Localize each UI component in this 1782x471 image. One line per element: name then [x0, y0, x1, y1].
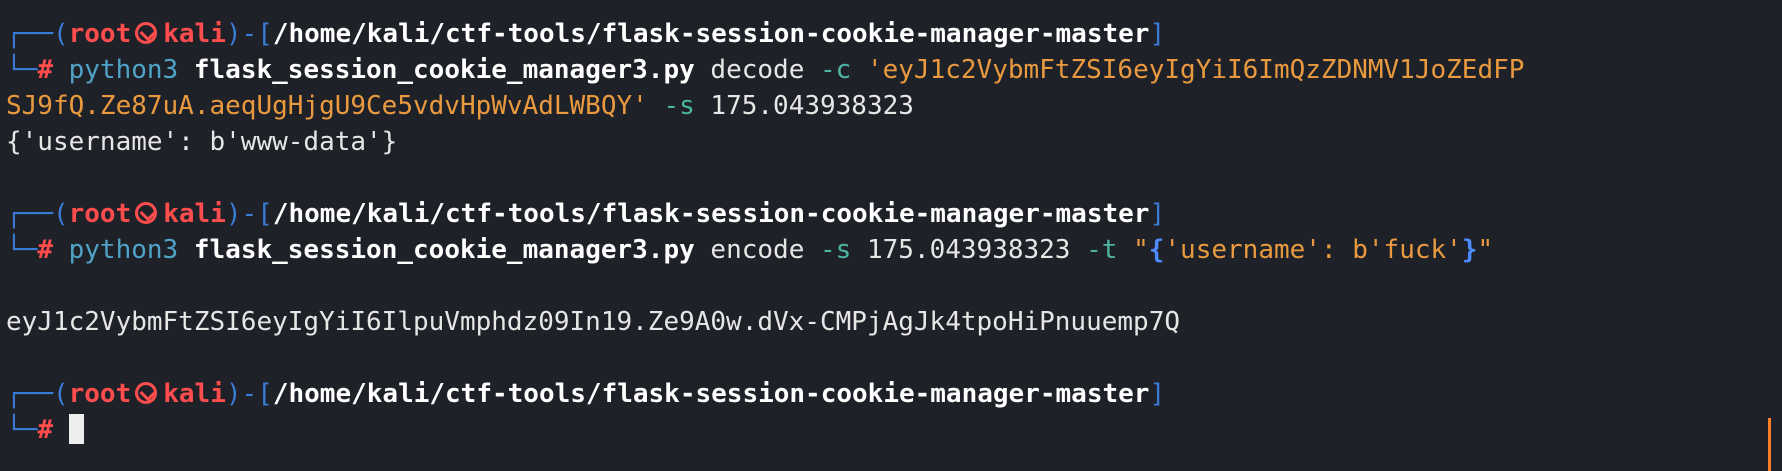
- secret-arg: 175.043938323: [710, 91, 914, 121]
- terminal-window[interactable]: ┌──(root kali)-[/home/kali/ctf-tools/flas…: [0, 0, 1782, 471]
- prompt-close-paren: ): [225, 19, 242, 49]
- flag-s: -s: [663, 91, 695, 121]
- cookie-string-part1: 'eyJ1c2VybmFtZSI6eyIgYiI6ImQzZDNMV1JoZEd…: [866, 55, 1525, 85]
- kali-skull-icon: [135, 202, 158, 224]
- command-line-1: └─# python3 flask_session_cookie_manager…: [6, 52, 1782, 88]
- secret-arg: 175.043938323: [866, 235, 1071, 265]
- prompt-open-bracket: [: [257, 199, 273, 229]
- prompt-corner-top: ┌──: [6, 199, 53, 229]
- prompt-close-bracket: ]: [1149, 379, 1166, 409]
- text-cursor[interactable]: [68, 414, 84, 444]
- command-line-2: └─# python3 flask_session_cookie_manager…: [6, 232, 1782, 268]
- cookie-string-part2: SJ9fQ.Ze87uA.aeqUgHjgU9Ce5vdvHpWvAdLWBQY…: [6, 91, 648, 121]
- prompt-user: root: [68, 379, 132, 409]
- prompt-line-3: ┌──(root kali)-[/home/kali/ctf-tools/flas…: [6, 376, 1782, 412]
- prompt-line-1: ┌──(root kali)-[/home/kali/ctf-tools/flas…: [6, 16, 1782, 52]
- quote-close: ": [1477, 235, 1494, 265]
- prompt-corner-bottom: └─: [6, 55, 38, 85]
- prompt-user: root: [68, 199, 132, 229]
- prompt-corner-bottom: └─: [6, 235, 38, 265]
- prompt-close-bracket: ]: [1149, 199, 1166, 229]
- command-name: python3: [68, 55, 179, 85]
- decode-output: {'username': b'www-data'}: [6, 127, 398, 157]
- prompt-host: kali: [163, 19, 226, 49]
- prompt-open-paren: (: [52, 379, 69, 409]
- prompt-hash: #: [37, 55, 53, 85]
- prompt-path: /home/kali/ctf-tools/flask-session-cooki…: [272, 199, 1150, 229]
- flag-c: -c: [820, 55, 852, 85]
- prompt-open-paren: (: [52, 199, 69, 229]
- prompt-host: kali: [163, 379, 226, 409]
- kali-skull-icon: [135, 22, 158, 44]
- prompt-close-bracket: ]: [1149, 19, 1166, 49]
- quote-open: ": [1133, 235, 1149, 265]
- prompt-host: kali: [163, 199, 226, 229]
- prompt-open-paren: (: [52, 19, 69, 49]
- prompt-line-2: ┌──(root kali)-[/home/kali/ctf-tools/flas…: [6, 196, 1782, 232]
- command-line-1-wrap: SJ9fQ.Ze87uA.aeqUgHjgU9Ce5vdvHpWvAdLWBQY…: [6, 88, 1782, 124]
- prompt-open-bracket: [: [257, 19, 273, 49]
- prompt-corner-top: ┌──: [6, 19, 53, 49]
- scrollbar-edge[interactable]: [1768, 418, 1782, 471]
- flag-t: -t: [1086, 235, 1118, 265]
- prompt-path: /home/kali/ctf-tools/flask-session-cooki…: [272, 19, 1150, 49]
- brace-close: }: [1461, 235, 1478, 265]
- kali-skull-icon: [135, 382, 158, 404]
- prompt-hash: #: [37, 235, 53, 265]
- prompt-close-paren: ): [225, 379, 242, 409]
- prompt-dash: -: [241, 379, 258, 409]
- prompt-open-bracket: [: [257, 379, 273, 409]
- prompt-hash: #: [37, 415, 53, 445]
- command-line-3[interactable]: └─#: [6, 412, 1782, 448]
- brace-open: {: [1148, 235, 1165, 265]
- action-arg: decode: [710, 55, 805, 85]
- command-name: python3: [68, 235, 179, 265]
- prompt-corner-top: ┌──: [6, 379, 53, 409]
- script-name: flask_session_cookie_manager3.py: [193, 235, 695, 265]
- payload-string: 'username': b'fuck': [1164, 235, 1462, 265]
- prompt-dash: -: [241, 19, 258, 49]
- prompt-user: root: [68, 19, 132, 49]
- prompt-corner-bottom: └─: [6, 415, 38, 445]
- prompt-dash: -: [241, 199, 258, 229]
- script-name: flask_session_cookie_manager3.py: [193, 55, 695, 85]
- action-arg: encode: [710, 235, 805, 265]
- flag-s: -s: [820, 235, 852, 265]
- encode-output: eyJ1c2VybmFtZSI6eyIgYiI6IlpuVmphdz09In19…: [6, 307, 1180, 337]
- prompt-path: /home/kali/ctf-tools/flask-session-cooki…: [272, 379, 1150, 409]
- prompt-close-paren: ): [225, 199, 242, 229]
